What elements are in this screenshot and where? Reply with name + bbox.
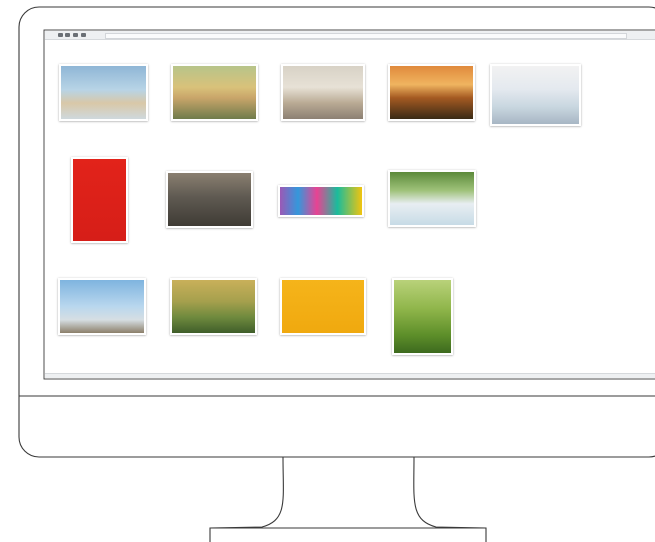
thumbnail-photo-woman-blossom[interactable] bbox=[490, 64, 581, 126]
thumbnail-grid bbox=[45, 39, 655, 373]
thumbnail-photo-woman-city[interactable] bbox=[281, 64, 365, 121]
thumbnail-photo-jump-sky[interactable] bbox=[58, 278, 146, 335]
thumbnail-photo-colorful-people[interactable] bbox=[278, 185, 364, 217]
sort-button[interactable] bbox=[81, 33, 86, 37]
view-button[interactable] bbox=[73, 33, 78, 37]
thumbnail-photo-beach-couple[interactable] bbox=[59, 64, 148, 121]
forward-button[interactable] bbox=[65, 33, 70, 37]
thumbnail-photo-child-meadow[interactable] bbox=[392, 278, 453, 355]
thumbnail-photo-jump-yellow[interactable] bbox=[280, 278, 366, 335]
thumbnail-photo-family-park[interactable] bbox=[170, 278, 257, 335]
back-button[interactable] bbox=[58, 33, 63, 37]
thumbnail-photo-couple-sunset[interactable] bbox=[171, 64, 258, 121]
thumbnail-photo-jumping-red[interactable] bbox=[71, 157, 128, 243]
thumbnail-photo-sunset-field[interactable] bbox=[388, 64, 475, 121]
status-bar bbox=[45, 373, 655, 378]
screen bbox=[45, 31, 655, 378]
thumbnail-photo-couple-street[interactable] bbox=[166, 171, 253, 228]
thumbnail-photo-swing-trees[interactable] bbox=[388, 170, 476, 227]
monitor-stand bbox=[209, 456, 487, 542]
